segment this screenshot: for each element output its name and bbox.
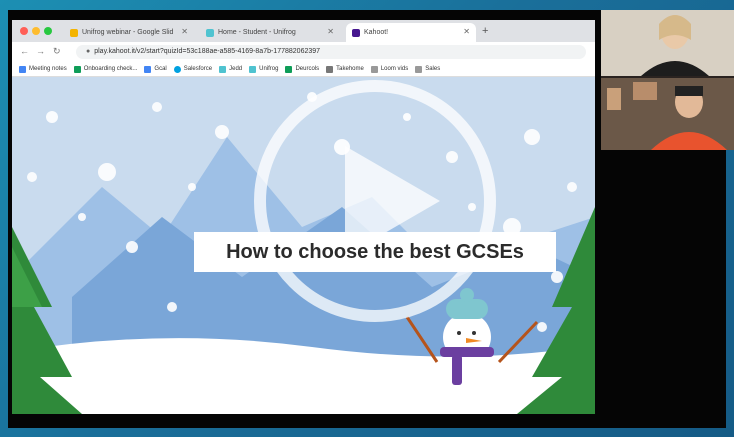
google-slides-icon	[70, 28, 78, 37]
bookmark-loom-vids[interactable]: Loom vids	[370, 65, 409, 73]
maximize-window-icon[interactable]	[44, 27, 52, 35]
back-arrow-icon[interactable]: ←	[20, 46, 29, 56]
tab-label: Kahoot!	[364, 29, 389, 36]
slide-caption: How to choose the best GCSEs	[194, 232, 556, 272]
bookmark-jedd[interactable]: Jedd	[219, 65, 243, 73]
forward-arrow-icon[interactable]: →	[36, 46, 45, 56]
bookmark-icon	[249, 65, 257, 73]
folder-icon	[415, 65, 423, 73]
participant-video-bottom	[601, 78, 734, 150]
bookmark-onboarding[interactable]: Onboarding check...	[73, 65, 138, 73]
bookmark-unifrog[interactable]: Unifrog	[249, 65, 279, 73]
tab-label: Home - Student - Unifrog	[218, 29, 296, 36]
bookmark-icon	[285, 65, 293, 73]
bookmark-sales[interactable]: Sales	[415, 65, 441, 73]
bookmark-gcal[interactable]: Gcal	[144, 65, 167, 73]
bookmark-label: Onboarding check...	[83, 66, 138, 72]
bookmark-icon	[144, 65, 152, 73]
close-tab-icon[interactable]: ✕	[463, 27, 470, 36]
person-silhouette	[601, 78, 734, 150]
close-window-icon[interactable]	[20, 27, 28, 35]
bookmark-label: Sales	[425, 66, 441, 72]
new-tab-icon[interactable]: +	[482, 25, 488, 37]
bookmark-deurcols[interactable]: Deurcols	[285, 65, 320, 73]
bookmarks-bar: Meeting notes Onboarding check... Gcal S…	[12, 62, 595, 77]
bookmark-takehome[interactable]: Takehome	[326, 65, 364, 73]
url-text: play.kahoot.it/v2/start?quizId=53c188ae-…	[94, 48, 321, 55]
minimize-window-icon[interactable]	[32, 27, 40, 35]
bookmark-label: Unifrog	[259, 66, 279, 72]
participant-video-top	[601, 10, 734, 76]
bookmark-label: Gcal	[154, 66, 167, 72]
reload-icon[interactable]: ↻	[53, 46, 61, 57]
url-field[interactable]: ● play.kahoot.it/v2/start?quizId=53c188ae…	[76, 45, 586, 59]
tab-bar: Unifrog webinar - Google Slid ✕ Home - S…	[12, 20, 595, 42]
shared-browser-window: Unifrog webinar - Google Slid ✕ Home - S…	[12, 20, 595, 414]
close-tab-icon[interactable]: ✕	[327, 27, 334, 36]
bookmark-label: Loom vids	[380, 66, 409, 72]
bookmark-label: Jedd	[229, 66, 243, 72]
unifrog-icon	[206, 28, 214, 37]
bookmark-label: Deurcols	[295, 66, 320, 72]
tab-label: Unifrog webinar - Google Slid	[82, 29, 174, 36]
bookmark-icon	[19, 65, 26, 73]
lock-icon: ●	[86, 48, 91, 55]
cloud-icon	[173, 65, 181, 73]
play-icon[interactable]	[250, 76, 500, 326]
bookmark-label: Salesforce	[183, 66, 213, 72]
tab-kahoot[interactable]: Kahoot! ✕	[346, 23, 476, 42]
folder-icon	[370, 65, 378, 73]
bookmark-meeting-notes[interactable]: Meeting notes	[19, 65, 67, 73]
address-bar-row: ← → ↻ ● play.kahoot.it/v2/start?quizId=53…	[12, 42, 595, 62]
tab-unifrog-home[interactable]: Home - Student - Unifrog ✕	[200, 23, 340, 42]
folder-icon	[326, 65, 334, 73]
webcam-participants	[601, 10, 734, 150]
bookmark-salesforce[interactable]: Salesforce	[173, 65, 213, 73]
person-silhouette	[601, 10, 734, 76]
bookmark-label: Meeting notes	[29, 66, 67, 72]
bookmark-label: Takehome	[336, 66, 364, 72]
tab-google-slides[interactable]: Unifrog webinar - Google Slid ✕	[64, 23, 194, 42]
bookmark-icon	[73, 65, 81, 73]
kahoot-icon	[352, 28, 360, 37]
bookmark-icon	[219, 65, 227, 73]
close-tab-icon[interactable]: ✕	[181, 27, 188, 36]
